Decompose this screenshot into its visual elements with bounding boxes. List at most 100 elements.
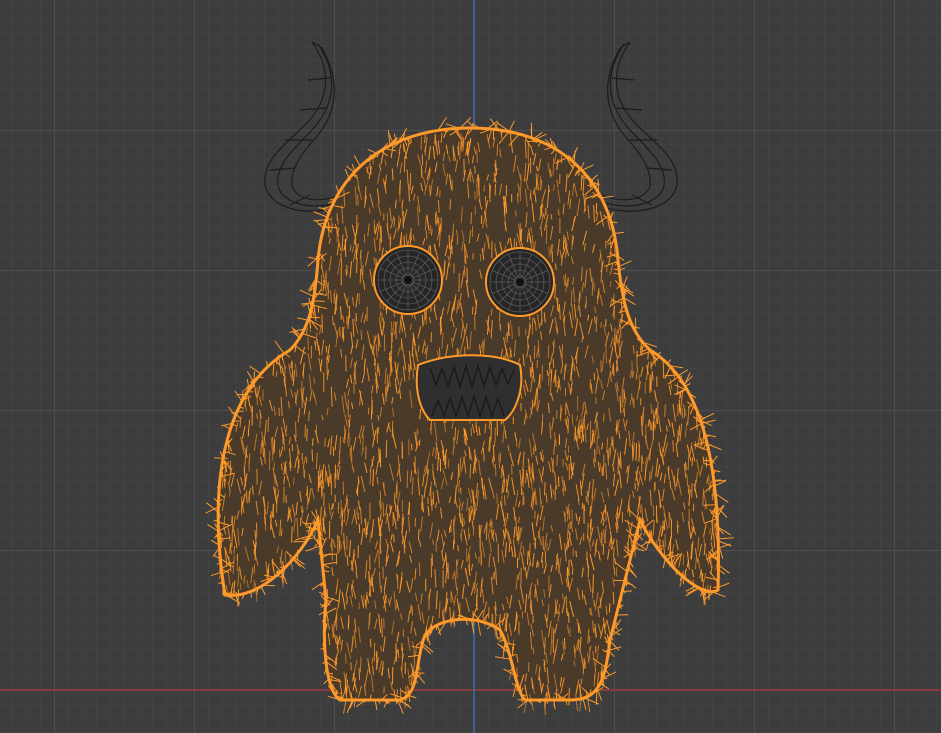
fur-strand [346, 596, 348, 605]
fur-strand [554, 599, 557, 614]
fur-strand [447, 459, 450, 469]
fur-strand [264, 508, 266, 524]
fur-strand [613, 547, 615, 557]
fur-strand [305, 545, 321, 552]
horn-right[interactable] [596, 41, 678, 212]
fur-strand [380, 225, 382, 243]
fur-strand [260, 586, 266, 596]
fur-strand [356, 257, 358, 274]
fur-strand [587, 565, 590, 578]
fur-strand [547, 345, 550, 359]
fur-strand [268, 450, 271, 471]
fur-strand [494, 463, 497, 476]
fur-strand [330, 386, 333, 407]
fur-strand [602, 464, 605, 476]
fur-strand [664, 404, 666, 417]
fur-strand [355, 313, 357, 322]
fur-strand [371, 576, 374, 586]
fur-strand [529, 543, 531, 557]
fur-strand [691, 457, 693, 467]
fur-strand [360, 249, 362, 259]
mouth[interactable] [415, 354, 523, 421]
fur-strand [431, 228, 433, 236]
fur-strand [249, 365, 262, 375]
fur-strand [291, 526, 293, 543]
fur-strand [463, 265, 466, 277]
fur-strand [394, 492, 396, 504]
fur-strand [236, 553, 238, 561]
fur-strand [417, 528, 420, 541]
fur-strand [474, 191, 476, 201]
fur-strand [504, 201, 506, 213]
eye-left[interactable] [373, 245, 443, 315]
fur-strand [603, 413, 605, 422]
fur-strand [386, 698, 394, 701]
fur-strand [685, 587, 700, 597]
fur-strand [609, 281, 612, 288]
fur-strand [224, 592, 233, 595]
fur-strand [311, 448, 314, 462]
fur-strand [476, 178, 478, 198]
fur-strand [334, 464, 337, 479]
fur-strand [331, 544, 333, 561]
fur-strand [470, 427, 472, 437]
fur-strand [550, 645, 552, 656]
fur-strand [438, 217, 440, 235]
fur-strand [688, 485, 690, 494]
fur-strand [489, 440, 491, 452]
fur-strand [657, 401, 659, 416]
fur-strand [546, 692, 549, 705]
fur-strand [544, 481, 546, 496]
fur-strand [566, 506, 568, 515]
fur-strand [349, 244, 352, 251]
fur-strand [386, 212, 389, 233]
scene-canvas[interactable] [0, 0, 941, 733]
fur-strand [676, 524, 679, 534]
fur-strand [231, 412, 237, 414]
fur-strand [508, 120, 515, 132]
fur-strand [335, 185, 340, 194]
fur-strand [605, 319, 607, 327]
fur-strand [456, 236, 459, 245]
fur-strand [589, 181, 592, 189]
fur-strand [433, 304, 436, 312]
fur-strand [291, 370, 294, 381]
fur-strand [604, 504, 606, 513]
fur-strand [563, 637, 566, 650]
fur-strand [649, 448, 651, 461]
fur-strand [312, 438, 314, 446]
horn-left[interactable] [264, 41, 346, 212]
fur-strand [590, 174, 598, 182]
fur-strand [253, 371, 255, 383]
fur-strand [385, 440, 388, 458]
fur-strand [292, 558, 301, 568]
fur-strand [613, 567, 616, 576]
fur-strand [534, 588, 536, 598]
fur-strand [622, 590, 633, 593]
fur-strand [703, 536, 705, 546]
fur-strand [583, 418, 586, 428]
fur-strand [683, 409, 686, 418]
fur-strand [663, 520, 666, 531]
fur-strand [571, 567, 574, 575]
fur-strand [666, 359, 672, 364]
fur-strand [493, 571, 496, 580]
fur-strand [691, 483, 693, 498]
fur-strand [679, 392, 681, 400]
fur-strand [372, 469, 374, 487]
3d-viewport[interactable] [0, 0, 941, 733]
fur-strand [367, 148, 377, 154]
fur-strand [618, 260, 632, 268]
fur-strand [539, 205, 542, 215]
fur-strand [700, 412, 715, 421]
fur-strand [518, 326, 520, 337]
fur-strand [562, 593, 564, 600]
fur-strand [273, 462, 275, 470]
eye-right[interactable] [485, 247, 555, 317]
fur-strand [474, 165, 476, 174]
fur-strand [390, 321, 393, 331]
fur-strand [248, 453, 251, 464]
fur-strand [401, 647, 404, 658]
fur-strand [403, 235, 406, 245]
fur-strand [253, 579, 255, 594]
